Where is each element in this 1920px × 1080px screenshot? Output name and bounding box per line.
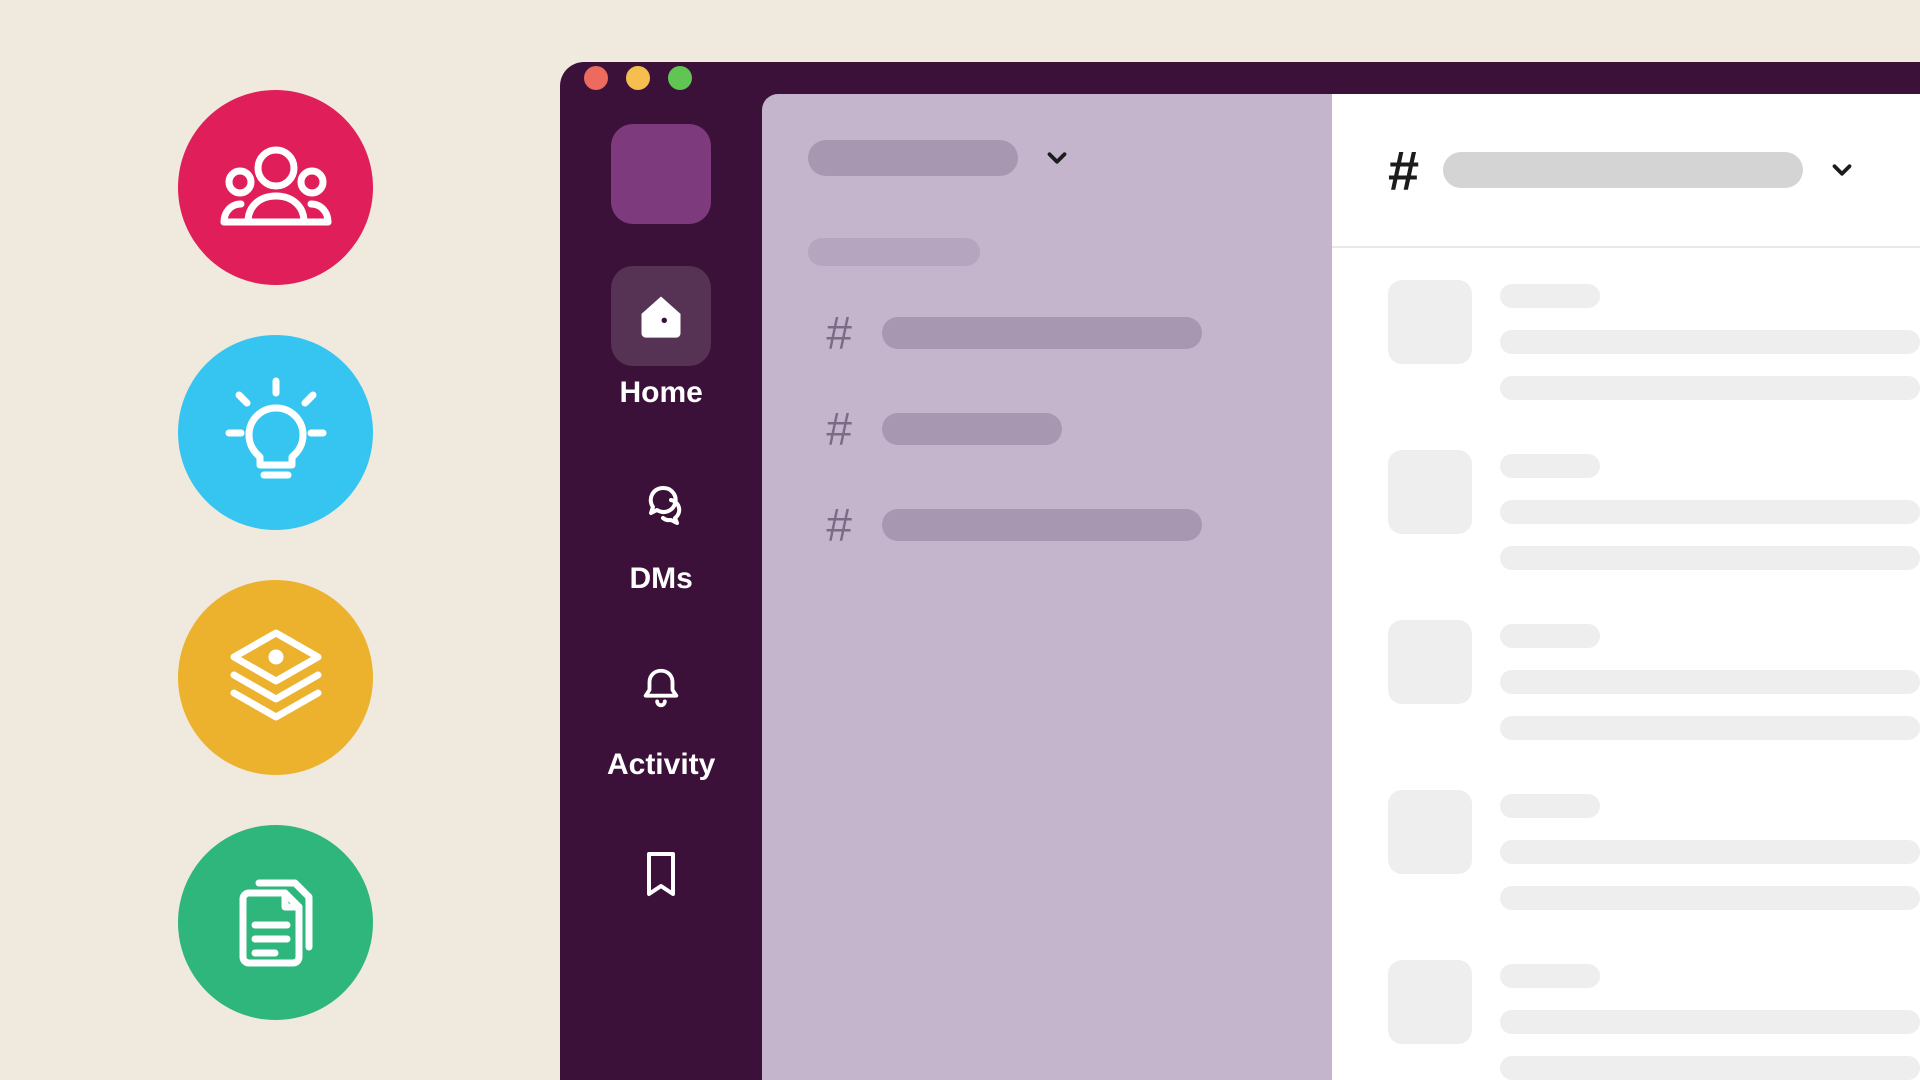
home-icon-wrap — [611, 266, 711, 366]
message-text-placeholder — [1500, 1010, 1920, 1034]
message-text-placeholder — [1500, 376, 1920, 400]
minimize-button[interactable] — [626, 66, 650, 90]
message-item — [1388, 280, 1920, 400]
message-body — [1500, 280, 1920, 400]
chevron-down-icon — [1827, 155, 1857, 185]
message-text-placeholder — [1500, 886, 1920, 910]
titlebar — [560, 62, 1920, 94]
home-icon — [635, 290, 687, 342]
rail-label-home: Home — [619, 376, 702, 410]
activity-icon-wrap — [611, 638, 711, 738]
avatar-placeholder — [1388, 280, 1472, 364]
message-body — [1500, 960, 1920, 1080]
message-text-placeholder — [1500, 500, 1920, 524]
message-text-placeholder — [1500, 1056, 1920, 1080]
message-body — [1500, 790, 1920, 910]
hash-icon: # — [826, 306, 852, 360]
message-text-placeholder — [1500, 716, 1920, 740]
feature-badges — [178, 90, 373, 1020]
maximize-button[interactable] — [668, 66, 692, 90]
app-window: Home DMs Activity — [560, 62, 1920, 1080]
channel-title-placeholder — [1443, 152, 1803, 188]
bookmark-icon — [643, 850, 679, 898]
message-item — [1388, 790, 1920, 910]
app-body: Home DMs Activity — [560, 94, 1920, 1080]
security-badge — [178, 580, 373, 775]
channel-name-placeholder — [882, 413, 1062, 445]
idea-badge — [178, 335, 373, 530]
channel-header[interactable]: # — [1332, 94, 1920, 248]
message-text-placeholder — [1500, 330, 1920, 354]
channel-name-placeholder — [882, 509, 1202, 541]
documents-badge — [178, 825, 373, 1020]
message-text-placeholder — [1500, 670, 1920, 694]
message-text-placeholder — [1500, 546, 1920, 570]
message-text-placeholder — [1500, 840, 1920, 864]
author-placeholder — [1500, 794, 1600, 818]
channel-name-placeholder — [882, 317, 1202, 349]
rail-label-dms: DMs — [629, 562, 692, 596]
people-icon — [216, 138, 336, 238]
avatar-placeholder — [1388, 620, 1472, 704]
message-body — [1500, 620, 1920, 740]
documents-icon — [221, 863, 331, 983]
message-item — [1388, 450, 1920, 570]
rail-label-activity: Activity — [607, 748, 715, 782]
chat-bubbles-icon — [637, 478, 685, 526]
channels-section-label-placeholder — [808, 238, 980, 266]
workspace-name-placeholder — [808, 140, 1018, 176]
channel-item-2[interactable]: # — [808, 402, 1296, 456]
main-pane: # — [1332, 94, 1920, 1080]
rail-item-activity[interactable]: Activity — [601, 638, 721, 782]
message-item — [1388, 960, 1920, 1080]
channel-item-3[interactable]: # — [808, 498, 1296, 552]
message-item — [1388, 620, 1920, 740]
rail-item-dms[interactable]: DMs — [601, 452, 721, 596]
avatar-placeholder — [1388, 960, 1472, 1044]
author-placeholder — [1500, 454, 1600, 478]
chevron-down-icon — [1042, 143, 1072, 173]
later-icon-wrap — [611, 824, 711, 924]
channel-sidebar: # # # — [762, 94, 1332, 1080]
lightbulb-icon — [221, 373, 331, 493]
channel-item-1[interactable]: # — [808, 306, 1296, 360]
workspace-header[interactable] — [808, 140, 1296, 176]
avatar-placeholder — [1388, 790, 1472, 874]
hash-icon: # — [826, 402, 852, 456]
bell-icon — [638, 664, 684, 712]
layers-lock-icon — [216, 623, 336, 733]
author-placeholder — [1500, 284, 1600, 308]
nav-rail: Home DMs Activity — [560, 94, 762, 1080]
rail-item-later[interactable] — [601, 824, 721, 934]
hash-icon: # — [826, 498, 852, 552]
people-badge — [178, 90, 373, 285]
message-body — [1500, 450, 1920, 570]
dms-icon-wrap — [611, 452, 711, 552]
workspace-switcher[interactable] — [611, 124, 711, 224]
avatar-placeholder — [1388, 450, 1472, 534]
hash-icon: # — [1388, 138, 1419, 203]
author-placeholder — [1500, 624, 1600, 648]
author-placeholder — [1500, 964, 1600, 988]
close-button[interactable] — [584, 66, 608, 90]
rail-item-home[interactable]: Home — [601, 266, 721, 410]
message-list — [1332, 248, 1920, 1080]
